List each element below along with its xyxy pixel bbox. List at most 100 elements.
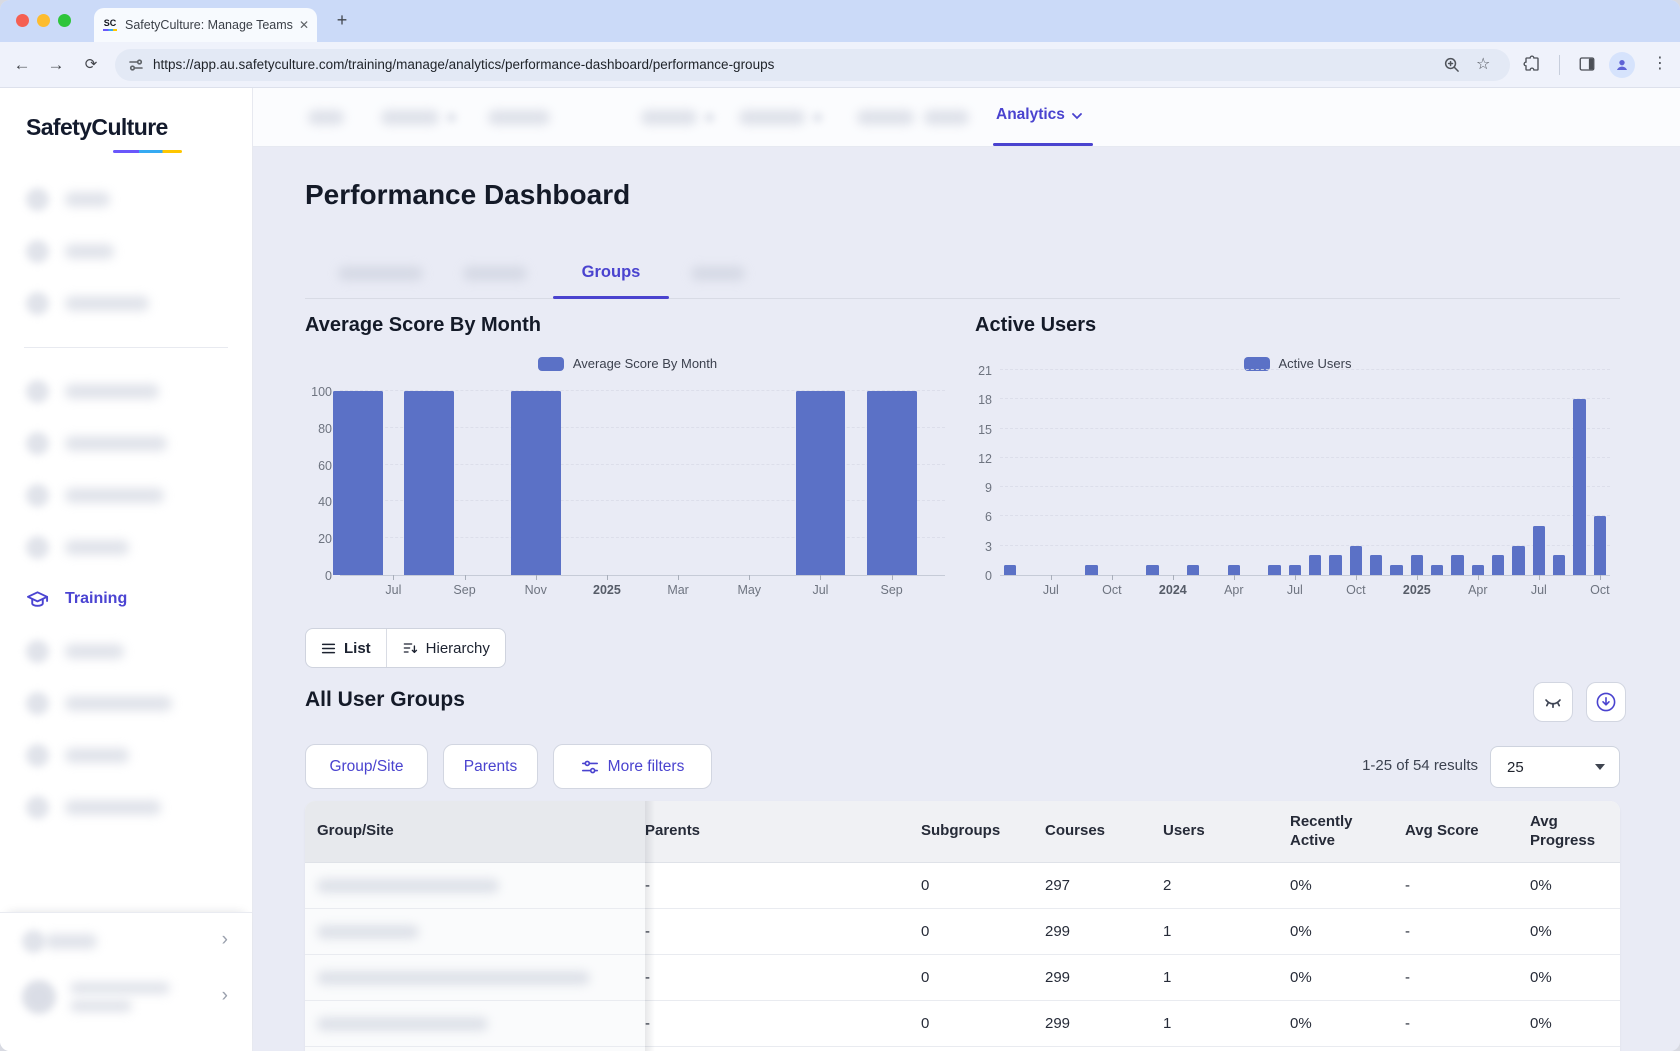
column-header-users[interactable]: Users	[1163, 822, 1290, 841]
sidebar-item-redacted[interactable]	[0, 277, 252, 329]
table-row[interactable]: -029910%-0%	[305, 955, 1620, 1001]
column-header-parents[interactable]: Parents	[645, 822, 921, 841]
browser-tab[interactable]: SC SafetyCulture: Manage Teams and... ✕	[94, 8, 317, 42]
extensions-icon[interactable]	[1523, 55, 1541, 78]
y-axis-tick-label: 80	[294, 422, 332, 436]
x-axis-tick-label: 2024	[1143, 583, 1203, 597]
sidebar-item-redacted[interactable]	[0, 469, 252, 521]
table-cell: 0%	[1290, 877, 1405, 894]
nav-item-redacted[interactable]	[739, 110, 805, 125]
filter-parents-button[interactable]: Parents	[443, 744, 538, 789]
browser-profile-avatar[interactable]	[1609, 52, 1635, 78]
cell-group-site-redacted	[305, 1047, 645, 1051]
hierarchy-view-button[interactable]: Hierarchy	[386, 629, 505, 667]
table-cell: 1	[1163, 1015, 1290, 1032]
nav-item-redacted[interactable]	[924, 110, 969, 125]
y-axis-tick-label: 21	[954, 364, 992, 378]
close-window-button[interactable]	[16, 14, 29, 27]
site-settings-icon[interactable]	[128, 57, 144, 78]
download-circle-icon	[1595, 691, 1617, 713]
x-axis-tick	[1173, 575, 1174, 580]
table-row[interactable]: -029910%-0%	[305, 909, 1620, 955]
redacted-group-name	[317, 1017, 488, 1031]
redacted-icon	[26, 484, 49, 507]
sidebar-item-redacted[interactable]	[0, 781, 252, 833]
sidebar-item-redacted[interactable]	[0, 521, 252, 573]
redacted-icon	[26, 536, 49, 559]
redacted-label	[65, 644, 124, 659]
redacted-label	[65, 748, 129, 763]
bar-jun-2024	[1268, 565, 1281, 575]
active-tab-underline	[553, 296, 669, 299]
tab-redacted[interactable]	[463, 266, 527, 281]
y-axis-tick-label: 3	[954, 540, 992, 554]
x-axis-tick	[1295, 575, 1296, 580]
bar-nov-2024	[1370, 555, 1383, 575]
table-cell: 299	[1045, 923, 1163, 940]
sidebar-item-redacted[interactable]	[0, 625, 252, 677]
table-cell: 0%	[1530, 969, 1620, 986]
sidebar-item-training[interactable]: Training	[0, 573, 252, 625]
user-avatar	[22, 980, 56, 1014]
x-axis-line	[340, 575, 945, 576]
column-header-subgroups[interactable]: Subgroups	[921, 822, 1045, 841]
sidebar-item-redacted[interactable]	[0, 729, 252, 781]
results-count: 1-25 of 54 results	[1362, 757, 1478, 774]
nav-item-redacted[interactable]	[488, 110, 550, 125]
column-header-avg-score[interactable]: Avg Score	[1405, 822, 1530, 841]
x-axis-line	[1000, 575, 1610, 576]
bookmark-star-icon[interactable]: ☆	[1476, 54, 1490, 74]
sidebar-item-redacted[interactable]	[0, 173, 252, 225]
gridline	[1000, 486, 1610, 487]
redacted-icon	[26, 744, 49, 767]
x-axis-tick-label: Mar	[648, 583, 708, 597]
more-filters-button[interactable]: More filters	[553, 744, 712, 789]
list-view-button[interactable]: List	[306, 629, 386, 667]
page-size-select[interactable]: 25	[1490, 746, 1620, 788]
address-bar[interactable]: https://app.au.safetyculture.com/trainin…	[115, 49, 1510, 81]
download-button[interactable]	[1586, 682, 1626, 722]
reload-button[interactable]: ⟳	[79, 53, 103, 77]
back-button[interactable]: ←	[10, 53, 34, 77]
nav-item-analytics[interactable]: Analytics	[996, 106, 1082, 124]
tab-close-icon[interactable]: ✕	[299, 18, 309, 32]
sidebar-item-redacted[interactable]	[0, 225, 252, 277]
nav-item-redacted[interactable]	[381, 110, 439, 125]
sidebar-item-help[interactable]: ›	[0, 913, 252, 969]
nav-item-redacted[interactable]	[641, 110, 697, 125]
table-body: -029720%-0%-029910%-0%-029910%-0%-029910…	[305, 863, 1620, 1051]
y-axis-tick-label: 9	[954, 481, 992, 495]
y-axis-tick-label: 18	[954, 393, 992, 407]
new-tab-button[interactable]: +	[330, 9, 354, 33]
bar-may-2023	[1004, 565, 1017, 575]
tab-groups[interactable]: Groups	[553, 246, 669, 298]
table-row[interactable]	[305, 1047, 1620, 1051]
table-cell: 0	[921, 923, 1045, 940]
gridline	[1000, 515, 1610, 516]
forward-button[interactable]: →	[44, 53, 68, 77]
sidebar-user-profile[interactable]: ›	[0, 969, 252, 1025]
fullscreen-window-button[interactable]	[58, 14, 71, 27]
browser-menu-icon[interactable]: ⋮	[1652, 53, 1668, 73]
table-row[interactable]: -029720%-0%	[305, 863, 1620, 909]
side-panel-icon[interactable]	[1578, 55, 1596, 78]
tab-redacted[interactable]	[338, 266, 423, 281]
minimize-window-button[interactable]	[37, 14, 50, 27]
table-cell: -	[645, 969, 921, 986]
sidebar-item-redacted[interactable]	[0, 365, 252, 417]
sidebar-item-redacted[interactable]	[0, 677, 252, 729]
zoom-page-icon[interactable]	[1443, 56, 1460, 78]
tab-redacted[interactable]	[691, 266, 745, 281]
column-header-courses[interactable]: Courses	[1045, 822, 1163, 841]
filter-group-site-button[interactable]: Group/Site	[305, 744, 428, 789]
nav-item-redacted[interactable]	[857, 110, 914, 125]
nav-item-redacted[interactable]	[308, 110, 344, 125]
column-header-group-site[interactable]: Group/Site	[305, 801, 645, 862]
x-axis-tick-label: Jul	[363, 583, 423, 597]
table-row[interactable]: -029910%-0%	[305, 1001, 1620, 1047]
column-header-recently-active[interactable]: Recently Active	[1290, 813, 1405, 851]
sidebar-item-redacted[interactable]	[0, 417, 252, 469]
column-header-avg-progress[interactable]: Avg Progress	[1530, 813, 1620, 851]
hide-columns-button[interactable]	[1533, 682, 1573, 722]
browser-toolbar: ← → ⟳ https://app.au.safetyculture.com/t…	[0, 42, 1680, 88]
